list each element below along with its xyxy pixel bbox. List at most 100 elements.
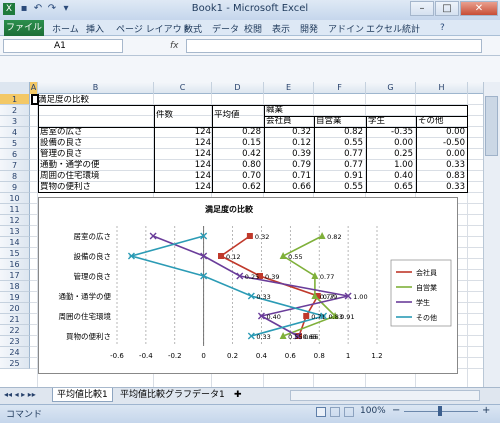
table-cell[interactable]: 0.82 (314, 127, 366, 138)
table-cell[interactable]: 0.00 (416, 127, 468, 138)
column-header-c[interactable]: C (154, 82, 212, 94)
row-header[interactable]: 24 (0, 347, 30, 358)
table-cell[interactable]: 0.12 (264, 138, 314, 149)
table-cell[interactable]: 0.00 (366, 138, 416, 149)
row-header[interactable]: 1 (0, 94, 30, 105)
table-cell[interactable]: 0.39 (264, 149, 314, 160)
new-sheet-icon[interactable]: ✚ (230, 388, 246, 402)
select-all-corner[interactable] (0, 82, 30, 94)
tab-data[interactable]: データ (212, 22, 239, 35)
page-layout-view-icon[interactable] (330, 407, 340, 417)
column-header-a[interactable]: A (30, 82, 38, 94)
table-cell[interactable]: -0.50 (416, 138, 468, 149)
table-cell[interactable]: 0.80 (212, 160, 264, 171)
row-header[interactable]: 13 (0, 226, 30, 237)
table-cell[interactable]: 0.70 (212, 171, 264, 182)
tab-file[interactable]: ファイル (4, 20, 44, 36)
table-cell[interactable]: 124 (156, 138, 214, 149)
table-cell[interactable]: 0.77 (314, 160, 366, 171)
normal-view-icon[interactable] (316, 407, 326, 417)
table-cell[interactable]: 0.25 (366, 149, 416, 160)
tab-excel-stats[interactable]: エクセル統計 (366, 22, 420, 35)
table-cell[interactable]: 124 (156, 149, 214, 160)
tab-view[interactable]: 表示 (272, 22, 290, 35)
row-header[interactable]: 6 (0, 149, 30, 160)
chart-area[interactable]: 満足度の比較 -0.6 -0.4 -0.2 0 0.2 0.4 0.6 0.8 1 1.2 居室の広さ… (38, 197, 458, 374)
tab-developer[interactable]: 開発 (300, 22, 318, 35)
help-icon[interactable]: ? (440, 23, 445, 33)
table-cell[interactable]: 0.62 (212, 182, 264, 193)
column-header-b[interactable]: B (38, 82, 154, 94)
table-cell[interactable]: 124 (156, 182, 214, 193)
column-header-f[interactable]: F (314, 82, 366, 94)
vertical-scroll-thumb[interactable] (485, 96, 498, 156)
page-break-view-icon[interactable] (344, 407, 354, 417)
table-cell[interactable]: 0.65 (366, 182, 416, 193)
close-button[interactable]: ✕ (460, 1, 498, 16)
minimize-button[interactable]: – (410, 1, 434, 16)
column-header-g[interactable]: G (366, 82, 416, 94)
zoom-level[interactable]: 100% (360, 406, 386, 416)
horizontal-scrollbar[interactable] (290, 390, 480, 401)
zoom-out-button[interactable]: − (392, 405, 400, 416)
tab-home[interactable]: ホーム (52, 22, 79, 35)
row-header[interactable]: 15 (0, 248, 30, 259)
table-cell[interactable]: 0.91 (314, 171, 366, 182)
row-header[interactable]: 17 (0, 270, 30, 281)
table-cell[interactable]: 0.66 (264, 182, 314, 193)
table-cell[interactable]: 124 (156, 160, 214, 171)
table-cell[interactable]: 0.15 (212, 138, 264, 149)
row-header[interactable]: 10 (0, 193, 30, 204)
row-header[interactable]: 18 (0, 281, 30, 292)
row-header[interactable]: 23 (0, 336, 30, 347)
row-header[interactable]: 7 (0, 160, 30, 171)
tab-review[interactable]: 校閲 (244, 22, 262, 35)
row-header[interactable]: 4 (0, 127, 30, 138)
table-cell[interactable]: 0.79 (264, 160, 314, 171)
row-header[interactable]: 19 (0, 292, 30, 303)
maximize-button[interactable]: □ (435, 1, 459, 16)
table-cell[interactable]: 0.83 (416, 171, 468, 182)
row-header[interactable]: 5 (0, 138, 30, 149)
table-cell[interactable]: 0.32 (264, 127, 314, 138)
table-cell[interactable]: 0.55 (314, 138, 366, 149)
formula-input[interactable] (186, 39, 482, 53)
column-header-d[interactable]: D (212, 82, 264, 94)
zoom-in-button[interactable]: + (482, 405, 490, 416)
row-header[interactable]: 2 (0, 105, 30, 116)
tab-insert[interactable]: 挿入 (86, 22, 104, 35)
table-cell[interactable]: 0.55 (314, 182, 366, 193)
row-header[interactable]: 22 (0, 325, 30, 336)
tab-formulas[interactable]: 数式 (184, 22, 202, 35)
sheet-tab-mean-comparison[interactable]: 平均値比較1 (52, 388, 113, 402)
zoom-slider-thumb[interactable] (438, 406, 442, 416)
row-header[interactable]: 3 (0, 116, 30, 127)
sheet-nav-arrows-icon[interactable]: ◂◂ ◂ ▸ ▸▸ (4, 390, 36, 399)
tab-addins[interactable]: アドイン (328, 22, 364, 35)
table-cell[interactable]: 0.71 (264, 171, 314, 182)
row-header[interactable]: 16 (0, 259, 30, 270)
table-cell[interactable]: 0.00 (416, 149, 468, 160)
row-header[interactable]: 14 (0, 237, 30, 248)
row-header[interactable]: 12 (0, 215, 30, 226)
function-icon[interactable]: fx (170, 39, 184, 53)
table-cell[interactable]: 0.33 (416, 160, 468, 171)
table-cell[interactable]: 124 (156, 171, 214, 182)
row-header[interactable]: 20 (0, 303, 30, 314)
table-cell[interactable]: 0.33 (416, 182, 468, 193)
column-header-e[interactable]: E (264, 82, 314, 94)
table-cell[interactable]: 0.40 (366, 171, 416, 182)
name-box[interactable]: A1 (3, 39, 123, 53)
table-cell[interactable]: -0.35 (366, 127, 416, 138)
table-cell[interactable]: 0.42 (212, 149, 264, 160)
row-header[interactable]: 11 (0, 204, 30, 215)
table-cell[interactable]: 1.00 (366, 160, 416, 171)
row-header[interactable]: 9 (0, 182, 30, 193)
column-header-h[interactable]: H (416, 82, 468, 94)
table-cell[interactable]: 0.28 (212, 127, 264, 138)
sheet-tab-graph-data[interactable]: 平均値比較グラフデータ1 (116, 388, 229, 402)
row-header[interactable]: 21 (0, 314, 30, 325)
table-cell[interactable]: 0.77 (314, 149, 366, 160)
row-header[interactable]: 8 (0, 171, 30, 182)
tab-page-layout[interactable]: ページ レイアウト (116, 22, 191, 35)
